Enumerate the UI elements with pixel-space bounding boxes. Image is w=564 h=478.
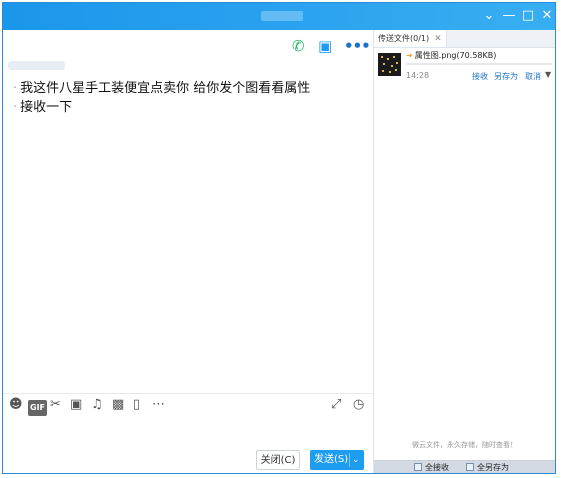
more-icon[interactable]: ••• [344, 37, 371, 55]
send-divider [349, 453, 350, 467]
accept-all-label: 全接收 [425, 463, 449, 472]
accept-all-button[interactable]: 全接收 [414, 461, 449, 473]
arrow-left-icon: ➜ [406, 51, 413, 60]
send-label: 发送(S) [314, 454, 349, 465]
tab-file-transfer[interactable]: 传送文件(0/1) ✕ [374, 30, 447, 47]
expand-icon[interactable]: ⤢ [331, 398, 341, 412]
minimize-icon[interactable]: — [501, 8, 517, 24]
download-icon [414, 463, 422, 471]
chat-panel: ✆ ▣ ••• · 我这件八星手工装便宜点卖你 给你发个图看看属性 · 接收一下 ☻… [3, 30, 374, 473]
image-icon[interactable]: ▩ [112, 398, 124, 412]
message-text: · 接收一下 [13, 100, 73, 115]
tab-label: 传送文件(0/1) [378, 34, 430, 43]
title-bar[interactable]: ⌄ — □ ✕ [3, 3, 555, 30]
file-thumbnail[interactable] [378, 53, 401, 76]
file-time: 14:28 [406, 71, 430, 80]
history-icon[interactable]: ◷ [353, 398, 364, 412]
more-options-icon[interactable]: ▼ [545, 70, 551, 79]
maximize-icon[interactable]: □ [520, 8, 536, 24]
message-text: · 我这件八星手工装便宜点卖你 给你发个图看看属性 [13, 81, 311, 96]
gif-icon[interactable]: GIF [28, 400, 48, 416]
emoji-icon[interactable]: ☻ [9, 398, 23, 412]
message-line-1: 我这件八星手工装便宜点卖你 给你发个图看看属性 [20, 81, 311, 96]
chevron-down-icon[interactable]: ⌄ [481, 8, 497, 24]
save-as-link[interactable]: 另存为 [494, 71, 518, 82]
input-toolbar: ☻ GIF ✂ ▣ ♫ ▩ ▯ ⋯ ⤢ ◷ [3, 393, 373, 416]
close-icon[interactable]: ✕ [539, 8, 555, 24]
weiyun-note: 微云文件，永久存储，随时查看！ [412, 441, 517, 449]
phone-shake-icon[interactable]: ▯ [133, 398, 140, 412]
more-tools-icon[interactable]: ⋯ [152, 398, 165, 412]
chat-window: ⌄ — □ ✕ ✆ ▣ ••• · 我这件八星手工装便宜点卖你 给你发个图看看属性… [2, 2, 556, 474]
send-button[interactable]: 发送(S) ⌄ [310, 450, 364, 470]
save-all-label: 全另存为 [477, 463, 509, 472]
save-icon [466, 463, 474, 471]
chevron-down-icon[interactable]: ⌄ [352, 450, 360, 470]
side-bottom-bar: 全接收 全另存为 [374, 460, 555, 473]
voice-call-icon[interactable]: ✆ [292, 37, 305, 55]
close-button[interactable]: 关闭(C) [256, 450, 300, 470]
transfer-progress-bar [406, 63, 552, 65]
folder-icon[interactable]: ▣ [70, 398, 82, 412]
accept-link[interactable]: 接收 [472, 71, 488, 82]
sender-name-blurred [8, 61, 65, 70]
side-tab-bar: 传送文件(0/1) ✕ [374, 30, 555, 48]
close-tab-icon[interactable]: ✕ [434, 34, 442, 44]
video-call-icon[interactable]: ▣ [318, 37, 332, 55]
file-name-text: 属性图.png(70.58KB) [414, 51, 497, 60]
contact-name-blurred [261, 11, 303, 21]
save-all-button[interactable]: 全另存为 [466, 461, 509, 473]
message-line-2: 接收一下 [20, 100, 73, 115]
cancel-link[interactable]: 取消 [525, 71, 541, 82]
file-name: ➜ 属性图.png(70.58KB) [406, 50, 496, 61]
music-icon[interactable]: ♫ [91, 398, 103, 412]
scissors-icon[interactable]: ✂ [50, 398, 61, 412]
file-transfer-panel: 传送文件(0/1) ✕ ➜ 属性图.png(70.58KB) 14:28 接收 另存… [374, 30, 555, 473]
